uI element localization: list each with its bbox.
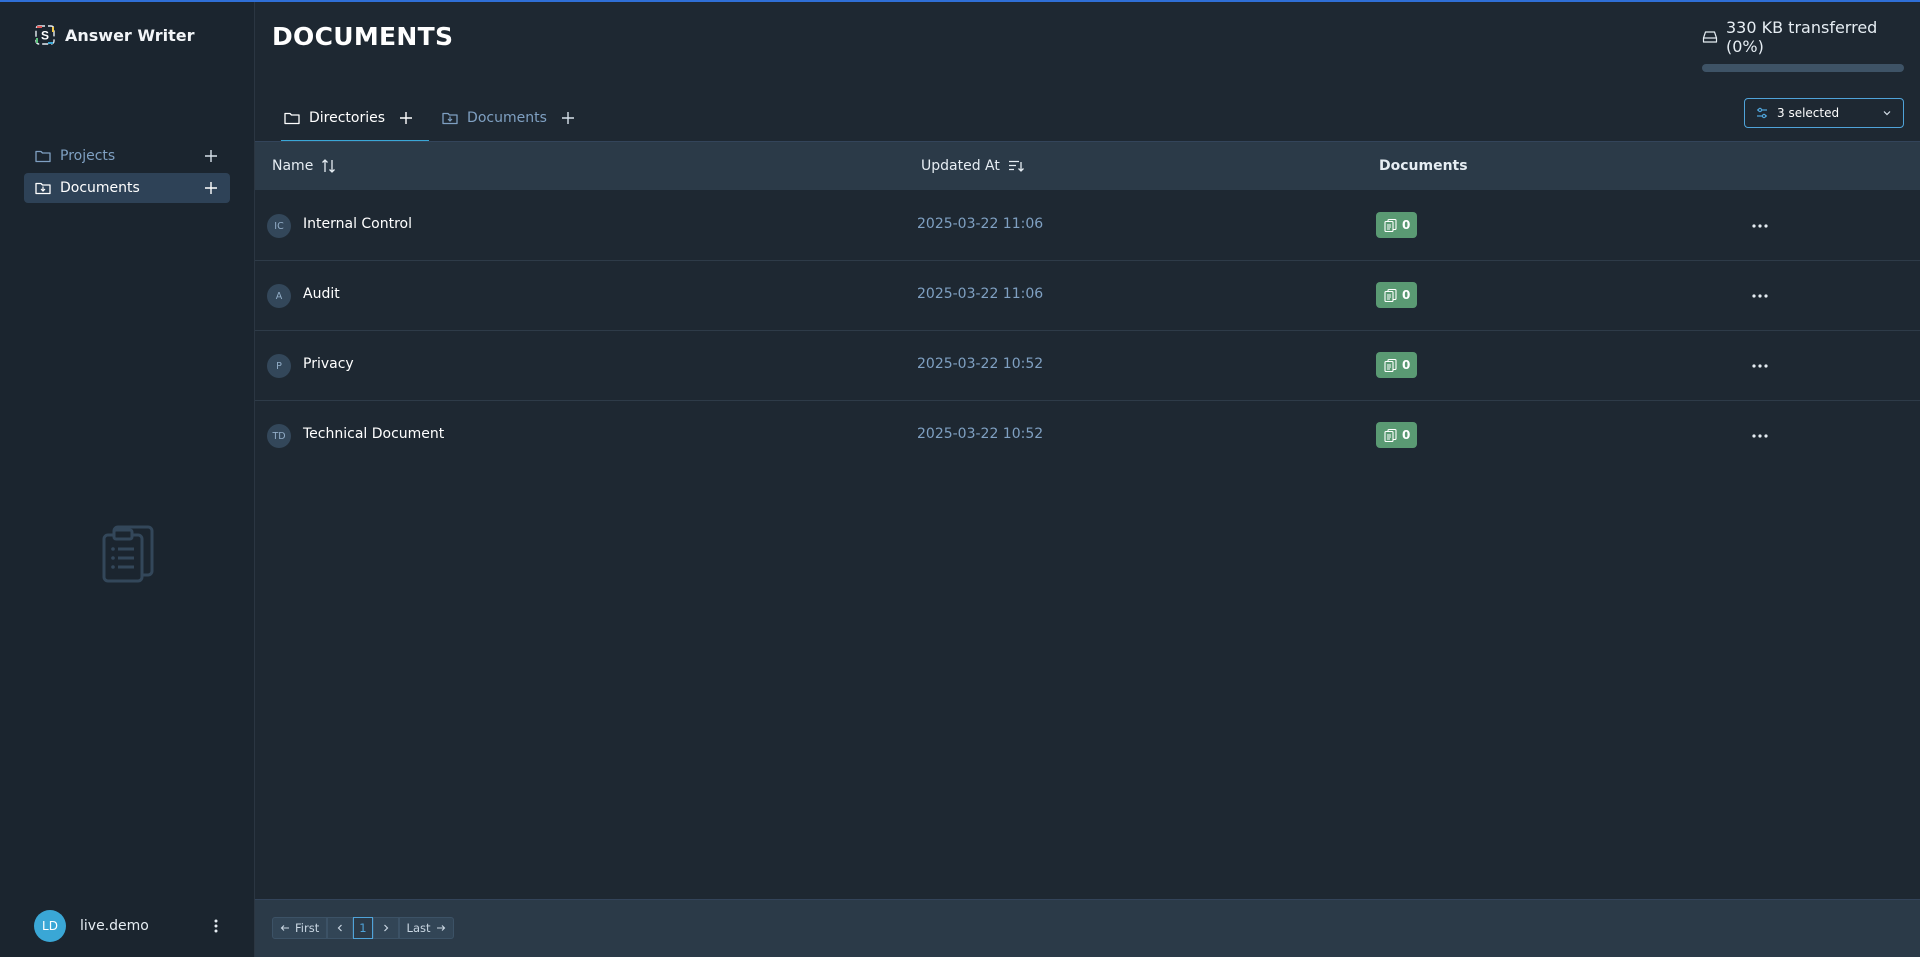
sort-descending-icon[interactable] [1007,157,1025,175]
tab-bar: Directories Documents [281,94,601,142]
folder-download-icon [441,109,459,127]
chevron-down-icon [1881,107,1893,119]
table-body: IC Internal Control 2025-03-22 11:06 0 A… [255,191,1920,471]
directory-avatar: A [267,284,291,308]
user-name: live.demo [80,918,149,934]
column-label: Documents [1379,158,1468,174]
main-content: DOCUMENTS 330 KB transferred (0%) Direct… [255,2,1920,957]
app-logo-icon: S [34,24,56,46]
column-filter-select[interactable]: 3 selected [1744,98,1904,128]
transfer-text: 330 KB transferred (0%) [1726,18,1878,56]
directory-name[interactable]: Internal Control [303,216,412,232]
first-page-button[interactable]: First [272,917,328,939]
app-name: Answer Writer [65,25,195,45]
updated-at: 2025-03-22 11:06 [917,216,1044,232]
sidebar-nav: Projects Documents [24,141,230,205]
directory-name[interactable]: Technical Document [303,426,444,442]
last-page-button[interactable]: Last [398,917,454,939]
drive-icon [1702,29,1718,45]
transfer-status: 330 KB transferred (0%) [1702,18,1904,72]
directory-avatar: TD [267,424,291,448]
table-footer: First 1 Last [255,899,1920,957]
sort-icon[interactable] [320,157,338,175]
directory-avatar: IC [267,214,291,238]
directory-name[interactable]: Privacy [303,356,354,372]
add-document-icon[interactable] [202,179,220,197]
sidebar-item-label: Projects [60,148,116,164]
documents-count: 0 [1402,428,1411,442]
updated-at: 2025-03-22 10:52 [917,356,1044,372]
page-title: DOCUMENTS [272,22,454,51]
arrow-right-icon [436,923,446,933]
table-row[interactable]: IC Internal Control 2025-03-22 11:06 0 [255,191,1920,261]
last-page-label: Last [406,921,431,935]
column-label: Updated At [921,158,1000,174]
brand[interactable]: S Answer Writer [34,24,195,46]
table-row[interactable]: A Audit 2025-03-22 11:06 0 [255,261,1920,331]
column-header-updated-at[interactable]: Updated At [921,157,1025,175]
pagination: First 1 Last [272,917,454,939]
add-directory-icon[interactable] [397,109,415,127]
tab-label: Documents [467,109,547,126]
chevron-right-icon [381,923,391,933]
sidebar-item-projects[interactable]: Projects [24,141,230,171]
documents-count: 0 [1402,218,1411,232]
next-page-button[interactable] [372,917,399,939]
documents-count-badge[interactable]: 0 [1376,212,1418,238]
sidebar: S Answer Writer Projects Documents LD li… [0,2,255,957]
folder-download-icon [34,179,52,197]
tab-directories[interactable]: Directories [281,94,430,142]
directory-avatar: P [267,354,291,378]
more-horizontal-icon[interactable] [1750,356,1770,376]
documents-icon [1383,428,1398,443]
more-horizontal-icon[interactable] [1750,286,1770,306]
documents-count-badge[interactable]: 0 [1376,282,1418,308]
tab-documents[interactable]: Documents [439,94,577,141]
documents-count: 0 [1402,288,1411,302]
sliders-icon [1755,106,1769,120]
previous-page-button[interactable] [327,917,354,939]
folder-icon [34,147,52,165]
arrow-left-icon [280,923,290,933]
column-label: Name [272,158,314,174]
column-header-documents: Documents [1379,158,1468,174]
documents-count: 0 [1402,358,1411,372]
documents-count-badge[interactable]: 0 [1376,352,1418,378]
documents-icon [1383,288,1398,303]
table-row[interactable]: P Privacy 2025-03-22 10:52 0 [255,331,1920,401]
table-header: Name Updated At Documents [255,141,1920,190]
add-project-icon[interactable] [202,147,220,165]
clipboard-icon [100,521,156,583]
add-document-icon[interactable] [559,109,577,127]
page-number-button[interactable]: 1 [353,917,373,939]
transfer-progress-bar [1702,64,1904,72]
updated-at: 2025-03-22 10:52 [917,426,1044,442]
chevron-left-icon [335,923,345,933]
directory-name[interactable]: Audit [303,286,340,302]
documents-icon [1383,358,1398,373]
sidebar-item-label: Documents [60,180,140,196]
avatar: LD [34,910,66,942]
updated-at: 2025-03-22 11:06 [917,286,1044,302]
tab-label: Directories [309,109,386,126]
more-horizontal-icon[interactable] [1750,426,1770,446]
table-row[interactable]: TD Technical Document 2025-03-22 10:52 0 [255,401,1920,471]
user-profile[interactable]: LD live.demo [34,910,224,942]
select-value: 3 selected [1777,106,1840,120]
documents-icon [1383,218,1398,233]
folder-icon [283,109,301,127]
svg-text:S: S [41,29,49,43]
more-horizontal-icon[interactable] [1750,216,1770,236]
first-page-label: First [295,921,320,935]
more-vertical-icon[interactable] [208,916,224,936]
documents-count-badge[interactable]: 0 [1376,422,1418,448]
column-header-name[interactable]: Name [272,157,338,175]
sidebar-item-documents[interactable]: Documents [24,173,230,203]
